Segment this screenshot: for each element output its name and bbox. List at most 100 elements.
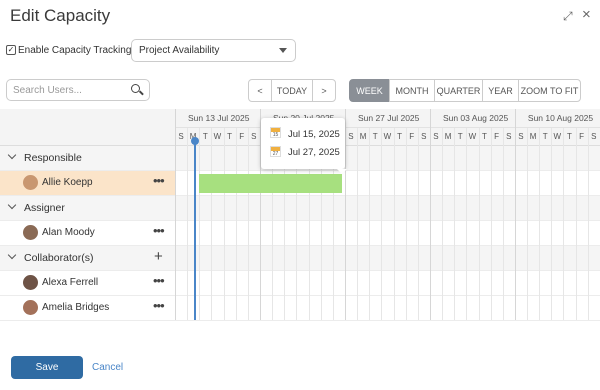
grid-line (211, 128, 213, 320)
more-icon[interactable]: ••• (153, 298, 165, 313)
grid-line (223, 128, 225, 320)
user-row[interactable]: Amelia Bridges ••• (0, 296, 600, 321)
calendar-icon: 27 (270, 146, 281, 157)
day-label: T (567, 132, 572, 141)
grid-line (551, 128, 553, 320)
grid-line (527, 128, 529, 320)
grid-line (514, 109, 516, 320)
grid-line (442, 128, 444, 320)
user-name: Alexa Ferrell (42, 277, 99, 288)
user-row[interactable]: Alan Moody ••• (0, 221, 600, 246)
day-label: M (359, 132, 367, 141)
user-name: Allie Koepp (42, 177, 93, 188)
search-placeholder: Search Users... (13, 85, 82, 96)
day-label: T (482, 132, 487, 141)
save-button[interactable]: Save (11, 356, 83, 379)
grid-line (587, 128, 589, 320)
chevron-down-icon[interactable] (7, 200, 17, 210)
close-icon[interactable]: × (582, 6, 591, 23)
grid-line (187, 128, 189, 320)
more-icon[interactable]: ••• (153, 223, 165, 238)
chevron-down-icon[interactable] (7, 150, 17, 160)
today-line (194, 140, 196, 320)
grid-line (454, 128, 456, 320)
search-users-input[interactable]: Search Users... (6, 79, 150, 101)
day-label: S (421, 132, 427, 141)
row-label-cell: Alexa Ferrell ••• (0, 271, 175, 295)
grid-line (405, 128, 407, 320)
day-label: M (529, 132, 537, 141)
day-label: F (579, 132, 585, 141)
view-quarter-button[interactable]: QUARTER (434, 79, 483, 102)
group-row[interactable]: Collaborator(s) + (0, 246, 600, 271)
week-label: Sun 03 Aug 2025 (442, 113, 509, 123)
more-icon[interactable]: ••• (153, 173, 165, 188)
day-label: T (372, 132, 378, 141)
availability-select[interactable]: Project Availability (131, 39, 296, 62)
row-label-cell: Assigner (0, 196, 175, 220)
row-label-cell: Amelia Bridges ••• (0, 296, 175, 320)
view-year-button[interactable]: YEAR (482, 79, 519, 102)
grid-line (235, 128, 237, 320)
day-header: SMTWTFSSMTWTFSSMTWTFSSMTWTFSSMTWTFS (175, 128, 600, 146)
grid-line (417, 128, 419, 320)
capacity-tracking-checkbox[interactable]: ✓ (6, 45, 16, 55)
prev-button[interactable]: < (248, 79, 272, 102)
add-icon[interactable]: + (154, 248, 163, 265)
week-label: Sun 10 Aug 2025 (527, 113, 594, 123)
grid-line (393, 128, 395, 320)
day-label: T (397, 132, 402, 141)
avatar (23, 300, 38, 315)
today-button[interactable]: TODAY (271, 79, 313, 102)
allocation-bar[interactable] (199, 174, 342, 193)
row-label-cell: Responsible (0, 146, 175, 170)
view-month-button[interactable]: MONTH (389, 79, 435, 102)
user-name: Alan Moody (42, 227, 95, 238)
avatar (23, 275, 38, 290)
avatar (23, 225, 38, 240)
grid-line (575, 128, 577, 320)
calendar-icon: 15 (270, 127, 281, 138)
view-week-button[interactable]: WEEK (349, 79, 390, 102)
user-row[interactable]: Alexa Ferrell ••• (0, 271, 600, 296)
cancel-button[interactable]: Cancel (92, 362, 123, 373)
day-label: S (348, 132, 354, 141)
row-label-cell: Collaborator(s) + (0, 246, 175, 270)
grid-line (539, 128, 541, 320)
chevron-down-icon[interactable] (7, 250, 17, 260)
grid-line (381, 128, 383, 320)
day-label: W (383, 132, 392, 141)
grid-line (344, 109, 346, 320)
day-label: T (542, 132, 548, 141)
week-label: Sun 27 Jul 2025 (357, 113, 420, 123)
grid-line (369, 128, 371, 320)
group-row[interactable]: Assigner (0, 196, 600, 221)
day-label: S (178, 132, 184, 141)
day-label: S (591, 132, 597, 141)
view-zoom-to-fit-button[interactable]: ZOOM TO FIT (518, 79, 581, 102)
expand-icon[interactable]: ⤢ (563, 9, 573, 24)
next-button[interactable]: > (312, 79, 336, 102)
grid-line (466, 128, 468, 320)
gantt-header-left (0, 109, 175, 146)
availability-select-value: Project Availability (139, 45, 220, 56)
tooltip-start-date: Jul 15, 2025 (288, 129, 340, 140)
week-header: Sun 13 Jul 2025Sun 20 Jul 2025Sun 27 Jul… (175, 109, 600, 128)
day-label: F (409, 132, 415, 141)
day-label: F (239, 132, 245, 141)
row-label-cell: Alan Moody ••• (0, 221, 175, 245)
more-icon[interactable]: ••• (153, 273, 165, 288)
search-icon[interactable] (131, 84, 140, 93)
day-label: S (433, 132, 439, 141)
tooltip-end-date: Jul 27, 2025 (288, 147, 340, 158)
day-label: W (468, 132, 477, 141)
allocation-tooltip: 15 Jul 15, 2025 27 Jul 27, 2025 (261, 118, 347, 174)
day-label: T (457, 132, 463, 141)
day-label: T (227, 132, 232, 141)
day-label: S (251, 132, 257, 141)
dialog-title: Edit Capacity (10, 6, 111, 25)
grid-line (199, 128, 201, 320)
day-label: S (518, 132, 524, 141)
day-label: F (494, 132, 500, 141)
grid-line (502, 128, 504, 320)
